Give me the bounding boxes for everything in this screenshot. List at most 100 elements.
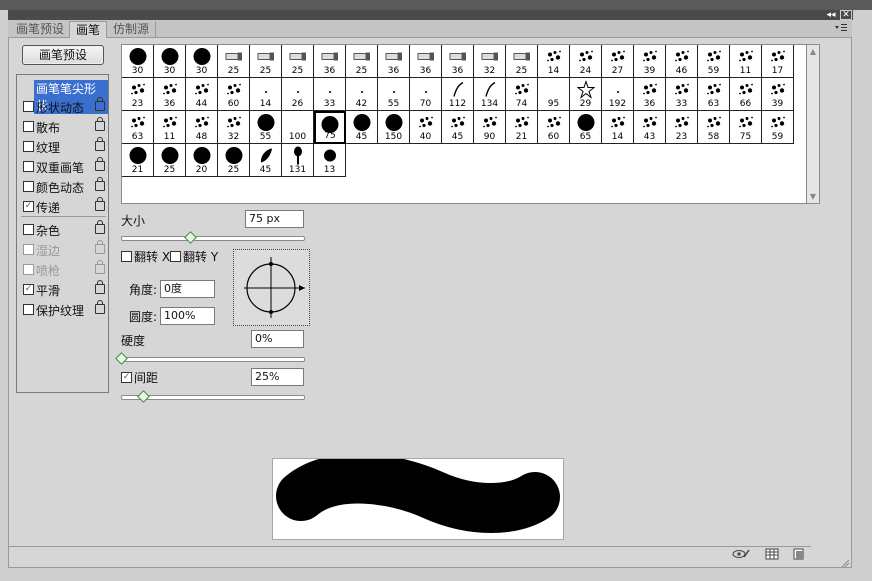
tab-brush-presets[interactable]: 画笔预设	[10, 21, 72, 38]
angle-field[interactable]: 0度	[160, 280, 215, 298]
brush-setting-item[interactable]: 颜色动态	[17, 176, 108, 196]
setting-checkbox[interactable]	[23, 161, 34, 172]
brush-tip[interactable]: 63	[122, 111, 154, 144]
brush-tip[interactable]: 25	[282, 45, 314, 78]
brush-tip[interactable]: 55	[250, 111, 282, 144]
brush-tip[interactable]: 36	[314, 45, 346, 78]
hardness-slider-handle[interactable]	[117, 354, 126, 363]
roundness-field[interactable]: 100%	[160, 307, 215, 325]
brush-tip[interactable]: 55	[378, 78, 410, 111]
lock-icon[interactable]	[95, 280, 105, 294]
brush-tip[interactable]: 131	[282, 144, 314, 177]
brush-setting-item[interactable]: 喷枪	[17, 259, 108, 279]
lock-icon[interactable]	[95, 157, 105, 171]
brush-tip[interactable]: 42	[346, 78, 378, 111]
setting-checkbox[interactable]	[23, 304, 34, 315]
scroll-up-icon[interactable]: ▲	[809, 47, 817, 56]
spacing-field[interactable]: 25%	[251, 368, 304, 386]
size-slider-handle[interactable]	[186, 233, 195, 242]
setting-checkbox[interactable]: ✓	[23, 284, 34, 295]
brush-tip[interactable]: 29	[570, 78, 602, 111]
setting-checkbox[interactable]	[23, 244, 34, 255]
brush-tip[interactable]: 11	[154, 111, 186, 144]
brush-tip[interactable]: 33	[314, 78, 346, 111]
tab-clone-source[interactable]: 仿制源	[107, 21, 157, 38]
brush-tip[interactable]: 25	[506, 45, 538, 78]
new-preset-icon[interactable]	[793, 548, 807, 560]
lock-icon[interactable]	[95, 177, 105, 191]
brush-tip[interactable]: 192	[602, 78, 634, 111]
brush-tip[interactable]: 25	[346, 45, 378, 78]
brush-tip[interactable]: 58	[698, 111, 730, 144]
brush-tip[interactable]: 70	[410, 78, 442, 111]
brush-setting-item[interactable]: 杂色	[17, 219, 108, 239]
scroll-down-icon[interactable]: ▼	[809, 192, 817, 201]
brush-tip[interactable]: 11	[730, 45, 762, 78]
lock-icon[interactable]	[95, 117, 105, 131]
brush-setting-item[interactable]: 双重画笔	[17, 156, 108, 176]
brush-tip[interactable]: 45	[346, 111, 378, 144]
brush-tip[interactable]: 134	[474, 78, 506, 111]
brush-setting-item[interactable]: 散布	[17, 116, 108, 136]
brush-tip[interactable]: 40	[410, 111, 442, 144]
brush-setting-item[interactable]: 保护纹理	[17, 299, 108, 319]
brush-tip[interactable]: 13	[314, 144, 346, 177]
brush-setting-item[interactable]: ✓ 平滑	[17, 279, 108, 299]
brush-tip[interactable]: 100	[282, 111, 314, 144]
brush-tip[interactable]: 46	[666, 45, 698, 78]
close-icon[interactable]: ✕	[840, 10, 852, 20]
spacing-slider-handle[interactable]	[139, 392, 148, 401]
setting-checkbox[interactable]: ✓	[23, 201, 34, 212]
brush-tip[interactable]: 39	[634, 45, 666, 78]
brush-setting-item[interactable]: ✓ 传递	[17, 196, 108, 216]
tab-brush[interactable]: 画笔	[69, 21, 108, 38]
brush-tip[interactable]: 14	[538, 45, 570, 78]
brush-tip[interactable]: 75	[730, 111, 762, 144]
brush-tip[interactable]: 95	[538, 78, 570, 111]
brush-tip[interactable]: 25	[250, 45, 282, 78]
brush-tip[interactable]: 36	[442, 45, 474, 78]
brush-tip[interactable]: 36	[634, 78, 666, 111]
brush-tip[interactable]: 25	[218, 144, 250, 177]
brush-tip[interactable]: 23	[666, 111, 698, 144]
brush-tip[interactable]: 44	[186, 78, 218, 111]
brush-angle-roundness-preview[interactable]	[233, 249, 310, 326]
size-field[interactable]: 75 px	[245, 210, 304, 228]
brush-tip[interactable]: 74	[506, 78, 538, 111]
brush-tip[interactable]: 150	[378, 111, 410, 144]
brush-tip[interactable]: 14	[602, 111, 634, 144]
brush-tip[interactable]: 75	[314, 111, 346, 144]
spacing-checkbox[interactable]: ✓	[121, 372, 132, 383]
brush-tip[interactable]: 59	[698, 45, 730, 78]
brush-tip[interactable]: 36	[378, 45, 410, 78]
brush-tip[interactable]: 32	[218, 111, 250, 144]
setting-checkbox[interactable]	[23, 101, 34, 112]
brush-tip[interactable]: 17	[762, 45, 794, 78]
hardness-slider-track[interactable]	[121, 357, 305, 362]
lock-icon[interactable]	[95, 260, 105, 274]
flip-y-checkbox[interactable]	[170, 251, 181, 262]
lock-icon[interactable]	[95, 97, 105, 111]
brush-tip[interactable]: 21	[122, 144, 154, 177]
brush-setting-item[interactable]: 画笔笔尖形状	[17, 77, 108, 114]
collapse-icon[interactable]: ◂◂	[824, 10, 838, 20]
brush-tip[interactable]: 90	[474, 111, 506, 144]
brush-setting-item[interactable]: 纹理	[17, 136, 108, 156]
brush-tip[interactable]: 14	[250, 78, 282, 111]
grid-icon[interactable]	[765, 548, 779, 560]
brush-tip[interactable]: 32	[474, 45, 506, 78]
brush-tip[interactable]: 30	[122, 45, 154, 78]
brush-tip[interactable]: 23	[122, 78, 154, 111]
lock-icon[interactable]	[95, 300, 105, 314]
setting-checkbox[interactable]	[23, 264, 34, 275]
flip-x-checkbox[interactable]	[121, 251, 132, 262]
brush-tip[interactable]: 27	[602, 45, 634, 78]
resize-grip-icon[interactable]	[840, 557, 850, 568]
brush-tip[interactable]: 43	[634, 111, 666, 144]
brush-setting-item[interactable]: 形状动态	[17, 96, 108, 116]
brush-tip[interactable]: 33	[666, 78, 698, 111]
brush-tip[interactable]: 48	[186, 111, 218, 144]
lock-icon[interactable]	[95, 220, 105, 234]
brush-tip[interactable]: 25	[154, 144, 186, 177]
brush-tip[interactable]: 30	[186, 45, 218, 78]
